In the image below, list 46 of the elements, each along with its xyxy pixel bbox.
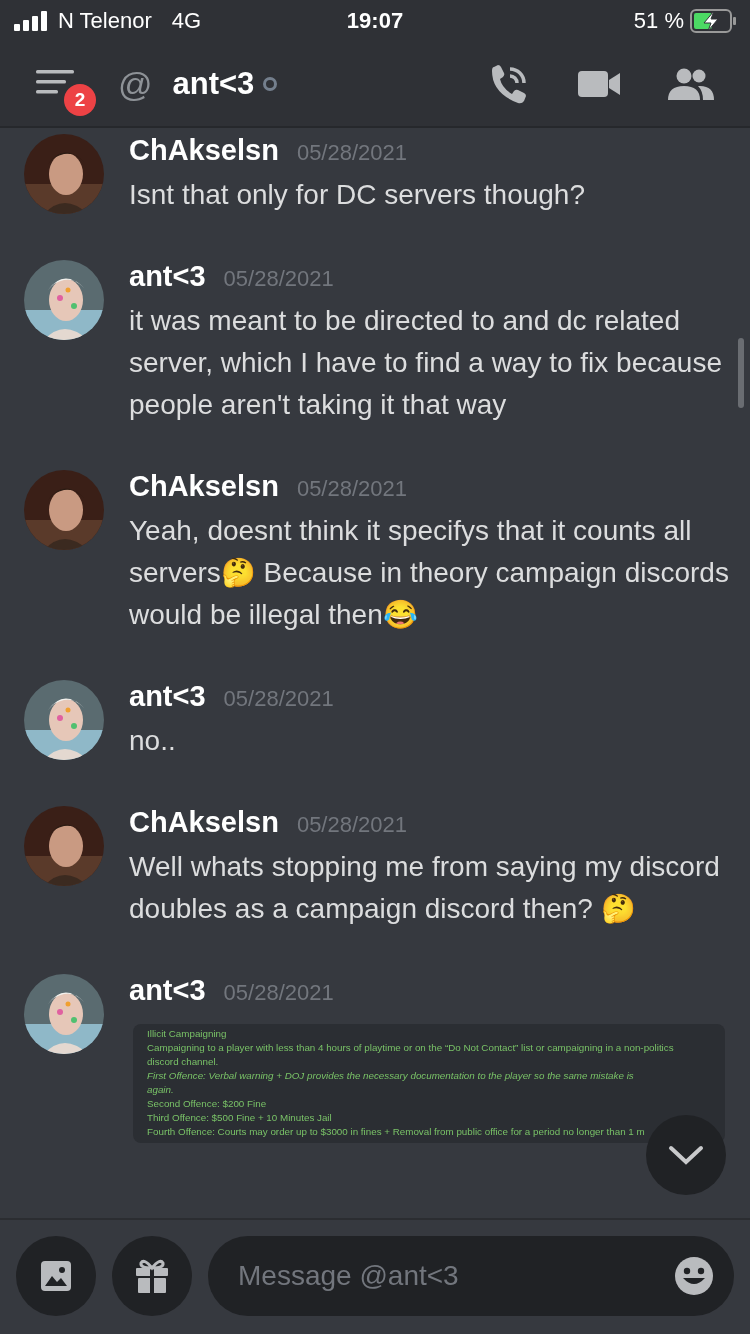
attachment-text-line: discord channel. — [147, 1055, 220, 1069]
signal-icon — [14, 11, 48, 31]
author-name[interactable]: ChAkselsn — [129, 134, 279, 167]
at-symbol: @ — [118, 64, 153, 104]
attachment-text-line: Illicit Campaigning — [147, 1027, 228, 1041]
author-name[interactable]: ant<3 — [129, 974, 206, 1007]
message-timestamp: 05/28/2021 — [223, 980, 334, 1006]
scrollbar-thumb[interactable] — [738, 338, 744, 408]
network-type: 4G — [171, 8, 202, 34]
message-text: it was meant to be directed to and dc related server, which I have to find a way to fix because people aren't taking it that way — [129, 304, 723, 422]
author-name[interactable]: ant<3 — [129, 260, 206, 293]
video-camera-icon[interactable] — [578, 69, 620, 99]
menu-button[interactable] — [36, 70, 74, 94]
battery-percent: 51 % — [633, 8, 684, 34]
chevron-down-icon — [668, 1145, 704, 1165]
status-icon — [262, 76, 279, 92]
message-text: no.. — [129, 724, 177, 758]
clock-time: 19:07 — [346, 8, 404, 33]
message-text: Isnt that only for DC servers though? — [129, 178, 586, 212]
attachment-text-line: again. — [147, 1083, 175, 1097]
carrier-name: N Telenor — [58, 8, 152, 34]
battery-charging-icon — [690, 9, 736, 33]
channel-name: ant<3 — [172, 66, 255, 102]
author-name[interactable]: ChAkselsn — [129, 470, 279, 503]
image-icon — [41, 1261, 71, 1291]
message-timestamp: 05/28/2021 — [296, 140, 407, 166]
smiley-icon[interactable] — [674, 1256, 714, 1296]
attachment-text-line: Campaigning to a player with less than 4 hours of playtime or on the “Do Not Contact” list or campaigning in a non-politics — [147, 1041, 675, 1055]
members-icon[interactable] — [668, 68, 714, 100]
message-timestamp: 05/28/2021 — [223, 266, 334, 292]
gift-icon — [134, 1258, 170, 1294]
attachment-text-line: Second Offence: $200 Fine — [147, 1097, 268, 1111]
message-timestamp: 05/28/2021 — [296, 476, 407, 502]
message-timestamp: 05/28/2021 — [223, 686, 334, 712]
message-timestamp: 05/28/2021 — [296, 812, 407, 838]
author-name[interactable]: ant<3 — [129, 680, 206, 713]
message-text-input[interactable]: Message @ant<3 — [236, 1259, 674, 1293]
message-text: Yeah, doesnt think it specifys that it counts all servers🤔 Because in theory campaign discords would be illegal then😂 — [129, 514, 730, 632]
attachment-text-line: Third Offence: $500 Fine + 10 Minutes Jail — [147, 1111, 333, 1125]
unread-badge: 2 — [64, 84, 96, 116]
attachment-text-line: Fourth Offence: Courts may order up to $3000 in fines + Removal from public office for a period no longer than 1 m — [147, 1125, 646, 1139]
message-input-field[interactable]: Message @ant<3 — [208, 1236, 734, 1316]
image-attachment[interactable] — [133, 1024, 725, 1143]
message-text: Well whats stopping me from saying my discord doubles as a campaign discord then? 🤔 — [129, 850, 721, 926]
author-name[interactable]: ChAkselsn — [129, 806, 279, 839]
attachment-text-line: First Offence: Verbal warning + DOJ provides the necessary documentation to the player so the same mistake is — [147, 1069, 635, 1083]
